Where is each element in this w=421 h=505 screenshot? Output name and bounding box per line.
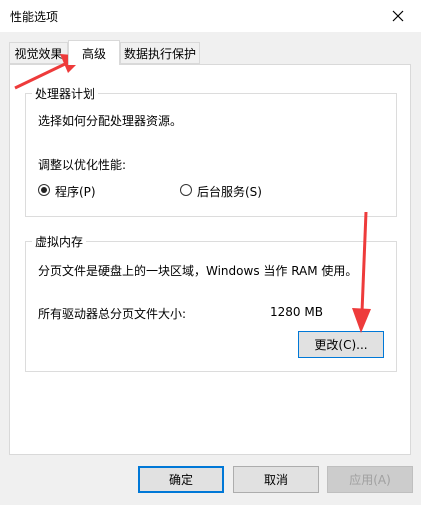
ok-button[interactable]: 确定 bbox=[138, 466, 224, 493]
tab-label: 高级 bbox=[81, 46, 106, 61]
apply-button-label: 应用(A) bbox=[349, 473, 391, 487]
window-title: 性能选项 bbox=[10, 10, 59, 24]
virtual-memory-group-title: 虚拟内存 bbox=[32, 233, 87, 250]
total-paging-value: 1280 MB bbox=[270, 305, 323, 319]
radio-background-indicator[interactable] bbox=[180, 184, 192, 196]
tab-visual-effects[interactable]: 视觉效果 bbox=[9, 42, 68, 64]
radio-programs[interactable]: 程序(P) bbox=[38, 182, 158, 199]
apply-button[interactable]: 应用(A) bbox=[327, 466, 413, 493]
close-button[interactable] bbox=[375, 0, 421, 32]
change-button[interactable]: 更改(C)... bbox=[298, 331, 384, 358]
tab-label: 数据执行保护 bbox=[123, 46, 196, 61]
cancel-button-label: 取消 bbox=[263, 473, 288, 487]
tab-dep[interactable]: 数据执行保护 bbox=[120, 42, 200, 64]
cancel-button[interactable]: 取消 bbox=[233, 466, 319, 493]
total-paging-label: 所有驱动器总分页文件大小: bbox=[38, 307, 187, 321]
radio-background-label: 后台服务(S) bbox=[197, 185, 262, 199]
radio-programs-label: 程序(P) bbox=[55, 185, 96, 199]
virtual-memory-group: 虚拟内存 分页文件是硬盘上的一块区域，Windows 当作 RAM 使用。 所有… bbox=[25, 233, 397, 372]
processor-description: 选择如何分配处理器资源。 bbox=[38, 114, 183, 128]
radio-background-services[interactable]: 后台服务(S) bbox=[180, 182, 310, 199]
radio-programs-indicator[interactable] bbox=[38, 184, 50, 196]
processor-scheduling-group: 处理器计划 选择如何分配处理器资源。 调整以优化性能: 程序(P) 后台服务(S… bbox=[25, 85, 397, 217]
ok-button-label: 确定 bbox=[168, 473, 193, 487]
change-button-label: 更改(C)... bbox=[314, 338, 368, 352]
title-bar: 性能选项 bbox=[0, 0, 421, 32]
tab-advanced[interactable]: 高级 bbox=[68, 40, 120, 65]
virtual-memory-description: 分页文件是硬盘上的一块区域，Windows 当作 RAM 使用。 bbox=[38, 264, 358, 278]
tab-label: 视觉效果 bbox=[14, 46, 63, 61]
processor-group-title: 处理器计划 bbox=[32, 85, 99, 102]
adjust-label: 调整以优化性能: bbox=[38, 158, 127, 172]
tab-panel-advanced: 处理器计划 选择如何分配处理器资源。 调整以优化性能: 程序(P) 后台服务(S… bbox=[9, 64, 411, 455]
close-icon bbox=[392, 10, 404, 22]
